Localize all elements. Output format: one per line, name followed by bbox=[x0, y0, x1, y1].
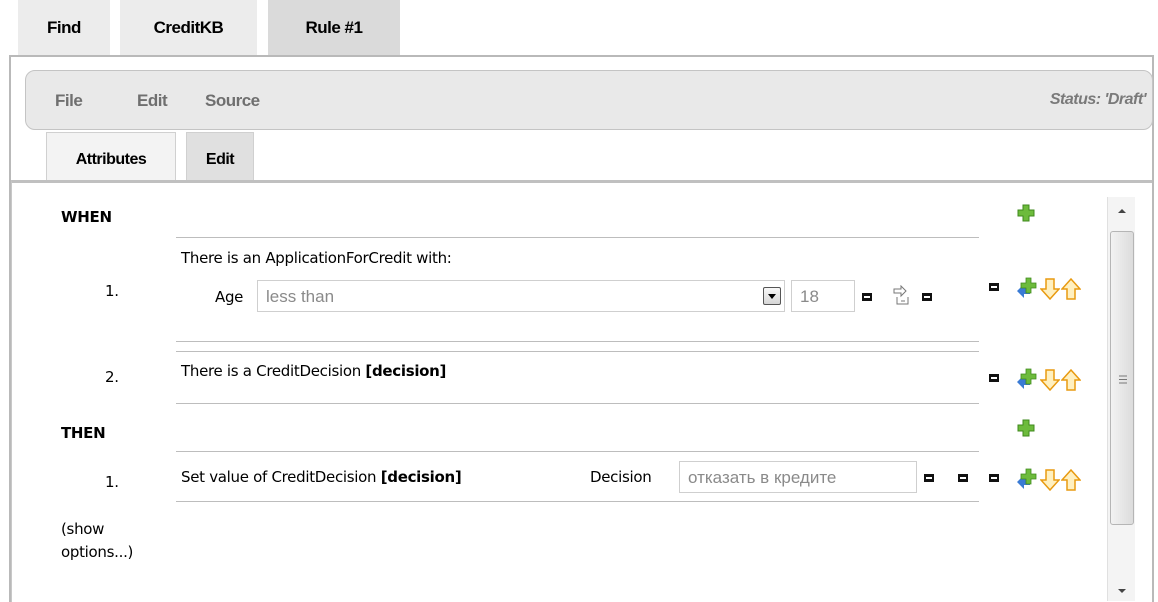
tab-creditkb-label: CreditKB bbox=[153, 18, 224, 37]
action-1-number: 1. bbox=[105, 473, 119, 491]
tab-creditkb[interactable]: CreditKB bbox=[120, 0, 257, 55]
divider bbox=[176, 341, 979, 342]
decision-value-input[interactable]: отказать в кредите bbox=[679, 461, 917, 493]
show-options-link[interactable]: (show options...) bbox=[61, 518, 133, 564]
move-up-icon[interactable] bbox=[1061, 278, 1081, 300]
divider bbox=[176, 351, 979, 352]
condition-link-icon[interactable] bbox=[892, 285, 916, 307]
action-1-binding: [decision] bbox=[380, 468, 462, 486]
show-options-line1: (show bbox=[61, 520, 105, 538]
when-label: WHEN bbox=[61, 208, 112, 226]
rule-editor-panel bbox=[11, 180, 1152, 602]
tab-attributes-label: Attributes bbox=[75, 151, 147, 168]
move-down-icon[interactable] bbox=[1040, 369, 1060, 391]
move-up-icon[interactable] bbox=[1061, 469, 1081, 491]
show-options-line2: options...) bbox=[61, 543, 134, 561]
move-down-icon[interactable] bbox=[1040, 278, 1060, 300]
insert-plus-icon[interactable] bbox=[1015, 277, 1039, 301]
remove-icon[interactable] bbox=[989, 283, 999, 291]
insert-plus-icon[interactable] bbox=[1015, 468, 1039, 492]
menu-bar bbox=[25, 70, 1153, 130]
condition-2-text-main: There is a CreditDecision bbox=[181, 362, 366, 380]
plus-icon[interactable] bbox=[1017, 204, 1035, 222]
tab-edit-label: Edit bbox=[205, 151, 235, 168]
tab-rule-1-label: Rule #1 bbox=[305, 18, 363, 37]
tab-rule-1[interactable]: Rule #1 bbox=[268, 0, 400, 55]
tab-find-label: Find bbox=[47, 18, 81, 37]
menu-source[interactable]: Source bbox=[205, 91, 260, 111]
remove-icon[interactable] bbox=[862, 293, 872, 301]
divider bbox=[176, 451, 979, 452]
remove-icon[interactable] bbox=[958, 474, 968, 482]
condition-2-number: 2. bbox=[105, 368, 119, 386]
operator-select-value: less than bbox=[266, 287, 335, 306]
menu-edit[interactable]: Edit bbox=[137, 91, 168, 111]
insert-plus-icon[interactable] bbox=[1015, 368, 1039, 392]
move-down-icon[interactable] bbox=[1040, 469, 1060, 491]
plus-icon[interactable] bbox=[1017, 419, 1035, 437]
decision-value: отказать в кредите bbox=[688, 468, 837, 487]
action-1-text: Set value of CreditDecision [decision] bbox=[181, 468, 462, 486]
status-label: Status: 'Draft' bbox=[1049, 91, 1147, 108]
move-up-icon[interactable] bbox=[1061, 369, 1081, 391]
grip-icon bbox=[1119, 375, 1127, 384]
condition-1-text: There is an ApplicationForCredit with: bbox=[181, 249, 452, 267]
age-value: 18 bbox=[800, 287, 819, 306]
divider bbox=[176, 403, 979, 404]
scrollbar-thumb[interactable] bbox=[1110, 231, 1134, 525]
remove-icon[interactable] bbox=[989, 474, 999, 482]
remove-icon[interactable] bbox=[989, 374, 999, 382]
divider bbox=[176, 237, 979, 238]
divider bbox=[176, 501, 979, 502]
dropdown-icon[interactable] bbox=[763, 287, 781, 305]
vertical-scrollbar[interactable] bbox=[1107, 197, 1135, 601]
condition-1-field-label: Age bbox=[215, 288, 244, 306]
condition-1-number: 1. bbox=[105, 282, 119, 300]
condition-2-text: There is a CreditDecision [decision] bbox=[181, 362, 446, 380]
action-1-field-label: Decision bbox=[590, 468, 652, 486]
action-1-text-main: Set value of CreditDecision bbox=[181, 468, 381, 486]
tab-edit[interactable]: Edit bbox=[186, 132, 254, 180]
condition-2-binding: [decision] bbox=[365, 362, 447, 380]
scroll-down-icon[interactable] bbox=[1117, 587, 1127, 595]
then-label: THEN bbox=[61, 424, 106, 442]
scroll-up-icon[interactable] bbox=[1117, 207, 1127, 215]
operator-select[interactable]: less than bbox=[257, 280, 785, 312]
tab-attributes[interactable]: Attributes bbox=[46, 132, 176, 180]
age-value-input[interactable]: 18 bbox=[791, 280, 855, 312]
tab-find[interactable]: Find bbox=[18, 0, 110, 55]
remove-icon[interactable] bbox=[922, 293, 932, 301]
menu-file[interactable]: File bbox=[55, 91, 83, 111]
remove-icon[interactable] bbox=[924, 474, 934, 482]
